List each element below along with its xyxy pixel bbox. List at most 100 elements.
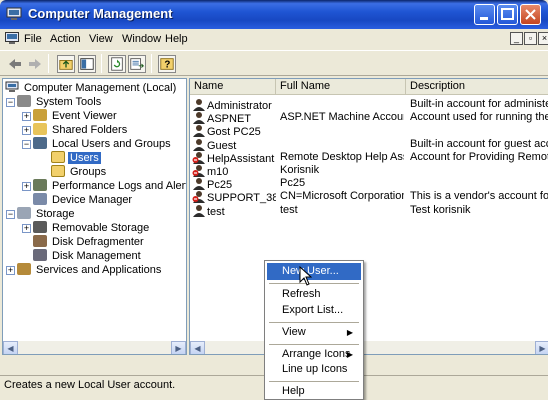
user-icon — [193, 204, 205, 217]
mdi-restore-button[interactable]: ▫ — [524, 32, 537, 45]
maximize-icon — [501, 8, 514, 20]
menu-separator — [269, 381, 359, 382]
tree-item-users[interactable]: Users — [51, 151, 101, 164]
expand-services[interactable]: + — [6, 266, 15, 275]
menu-item-label: Help — [282, 385, 305, 397]
table-row[interactable]: Guest Built-in account for guest access t — [190, 138, 548, 152]
mouse-cursor-icon — [299, 266, 312, 286]
expand-performance-logs[interactable]: + — [22, 182, 31, 191]
menu-view[interactable]: View — [89, 33, 113, 45]
title-bar[interactable]: Computer Management — [0, 0, 548, 29]
tree-label: Users — [68, 152, 101, 164]
tree-item-disk-management[interactable]: Disk Management — [33, 249, 143, 262]
scroll-right-icon[interactable]: ▶ — [535, 341, 548, 354]
menu-help[interactable]: Help — [165, 33, 188, 45]
collapse-system-tools[interactable]: − — [6, 98, 15, 107]
scroll-left-icon[interactable]: ◀ — [190, 341, 205, 354]
tree-item-event-viewer[interactable]: Event Viewer — [33, 109, 119, 122]
status-text: Creates a new Local User account. — [4, 379, 176, 391]
table-row[interactable]: m10 Korisnik — [190, 164, 548, 178]
minimize-button[interactable] — [474, 4, 495, 25]
expand-shared-folders[interactable]: + — [22, 126, 31, 135]
column-header-full-name[interactable]: Full Name — [276, 79, 406, 95]
minimize-icon — [480, 17, 488, 20]
computer-management-icon — [6, 7, 22, 20]
list-horizontal-scrollbar[interactable]: ◀ ▶ — [190, 340, 548, 354]
user-name: test — [207, 205, 225, 218]
cell-full-name: Remote Desktop Help Assi... — [280, 150, 404, 163]
table-row[interactable]: test test Test korisnik — [190, 203, 548, 218]
mmc-console-icon[interactable] — [5, 32, 19, 45]
mdi-minimize-button[interactable]: _ — [510, 32, 523, 45]
scroll-right-icon[interactable]: ▶ — [171, 341, 186, 354]
expand-removable-storage[interactable]: + — [22, 224, 31, 233]
menu-item-refresh[interactable]: Refresh — [267, 286, 361, 303]
scroll-left-icon[interactable]: ◀ — [3, 341, 18, 354]
tree-item-device-manager[interactable]: Device Manager — [33, 193, 134, 206]
menu-item-line-up-icons[interactable]: Line up Icons — [267, 361, 361, 378]
tree-item-system-tools[interactable]: System Tools — [17, 95, 103, 108]
back-arrow-icon[interactable] — [6, 55, 24, 73]
tree-item-groups[interactable]: Groups — [51, 165, 108, 178]
column-header-name[interactable]: Name — [190, 79, 276, 95]
user-icon — [193, 178, 205, 191]
refresh-icon[interactable] — [108, 55, 126, 73]
export-list-icon[interactable] — [128, 55, 146, 73]
tree-horizontal-scrollbar[interactable]: ◀ ▶ — [3, 340, 186, 354]
table-row[interactable]: Pc25 Pc25 — [190, 177, 548, 191]
menu-item-export-list[interactable]: Export List... — [267, 302, 361, 319]
cell-description: Account for Providing Remote Ass — [410, 150, 548, 163]
folder-icon — [51, 151, 65, 163]
up-one-level-icon[interactable] — [57, 55, 75, 73]
menu-action[interactable]: Action — [50, 33, 81, 45]
menu-file[interactable]: File — [24, 33, 42, 45]
table-row[interactable]: Gost PC25 — [190, 124, 548, 138]
mdi-close-button[interactable]: × — [538, 32, 548, 45]
storage-icon — [17, 207, 31, 219]
menu-separator — [269, 283, 359, 284]
cell-full-name: test — [280, 203, 298, 216]
computer-icon — [5, 81, 19, 92]
user-name: Guest — [207, 139, 237, 152]
event-viewer-icon — [33, 109, 47, 121]
disabled-user-icon — [192, 165, 205, 177]
show-hide-console-tree-icon[interactable] — [78, 55, 96, 73]
forward-arrow-icon[interactable] — [26, 55, 44, 73]
help-icon[interactable]: ? — [158, 55, 176, 73]
maximize-button[interactable] — [497, 4, 518, 25]
tree-label: Services and Applications — [36, 264, 162, 276]
user-icon — [193, 99, 205, 111]
menu-item-new-user[interactable]: New User... — [267, 263, 361, 280]
column-header-description[interactable]: Description — [406, 79, 548, 95]
tree-item-computer-management[interactable]: Computer Management (Local) — [5, 81, 178, 94]
table-row[interactable]: Administrator Built-in account for admini… — [190, 98, 548, 112]
tree-item-performance-logs[interactable]: Performance Logs and Alerts — [33, 179, 186, 192]
menu-window[interactable]: Window — [122, 33, 161, 45]
menu-item-label: Line up Icons — [282, 363, 348, 375]
tree-item-disk-defragmenter[interactable]: Disk Defragmenter — [33, 235, 146, 248]
close-button[interactable] — [520, 4, 541, 25]
console-tree: Computer Management (Local) − System Too… — [2, 78, 187, 355]
tree-label: Shared Folders — [52, 124, 128, 136]
cell-full-name: Korisnik — [280, 164, 320, 176]
expand-event-viewer[interactable]: + — [22, 112, 31, 121]
menu-item-help[interactable]: Help — [267, 383, 361, 400]
tree-item-services-and-applications[interactable]: Services and Applications — [17, 263, 163, 276]
tree-item-removable-storage[interactable]: Removable Storage — [33, 221, 151, 234]
tree-label: Storage — [36, 208, 75, 220]
user-name: Administrator — [207, 100, 272, 112]
toolbar-separator — [48, 54, 49, 73]
services-icon — [17, 263, 31, 275]
tree-item-local-users-and-groups[interactable]: Local Users and Groups — [33, 137, 173, 150]
collapse-storage[interactable]: − — [6, 210, 15, 219]
device-manager-icon — [33, 193, 47, 205]
table-row[interactable]: SUPPORT_38... CN=Microsoft Corporation...… — [190, 190, 548, 204]
table-row[interactable]: ASPNET ASP.NET Machine Account Account use… — [190, 111, 548, 125]
tree-item-shared-folders[interactable]: Shared Folders — [33, 123, 129, 136]
menu-item-label: View — [282, 326, 306, 338]
table-row[interactable]: HelpAssistant Remote Desktop Help Assi...… — [190, 150, 548, 165]
menu-item-label: Arrange Icons — [282, 348, 351, 360]
tree-item-storage[interactable]: Storage — [17, 207, 77, 220]
menu-item-view[interactable]: View ▶ — [267, 324, 361, 341]
collapse-local-users[interactable]: − — [22, 140, 31, 149]
